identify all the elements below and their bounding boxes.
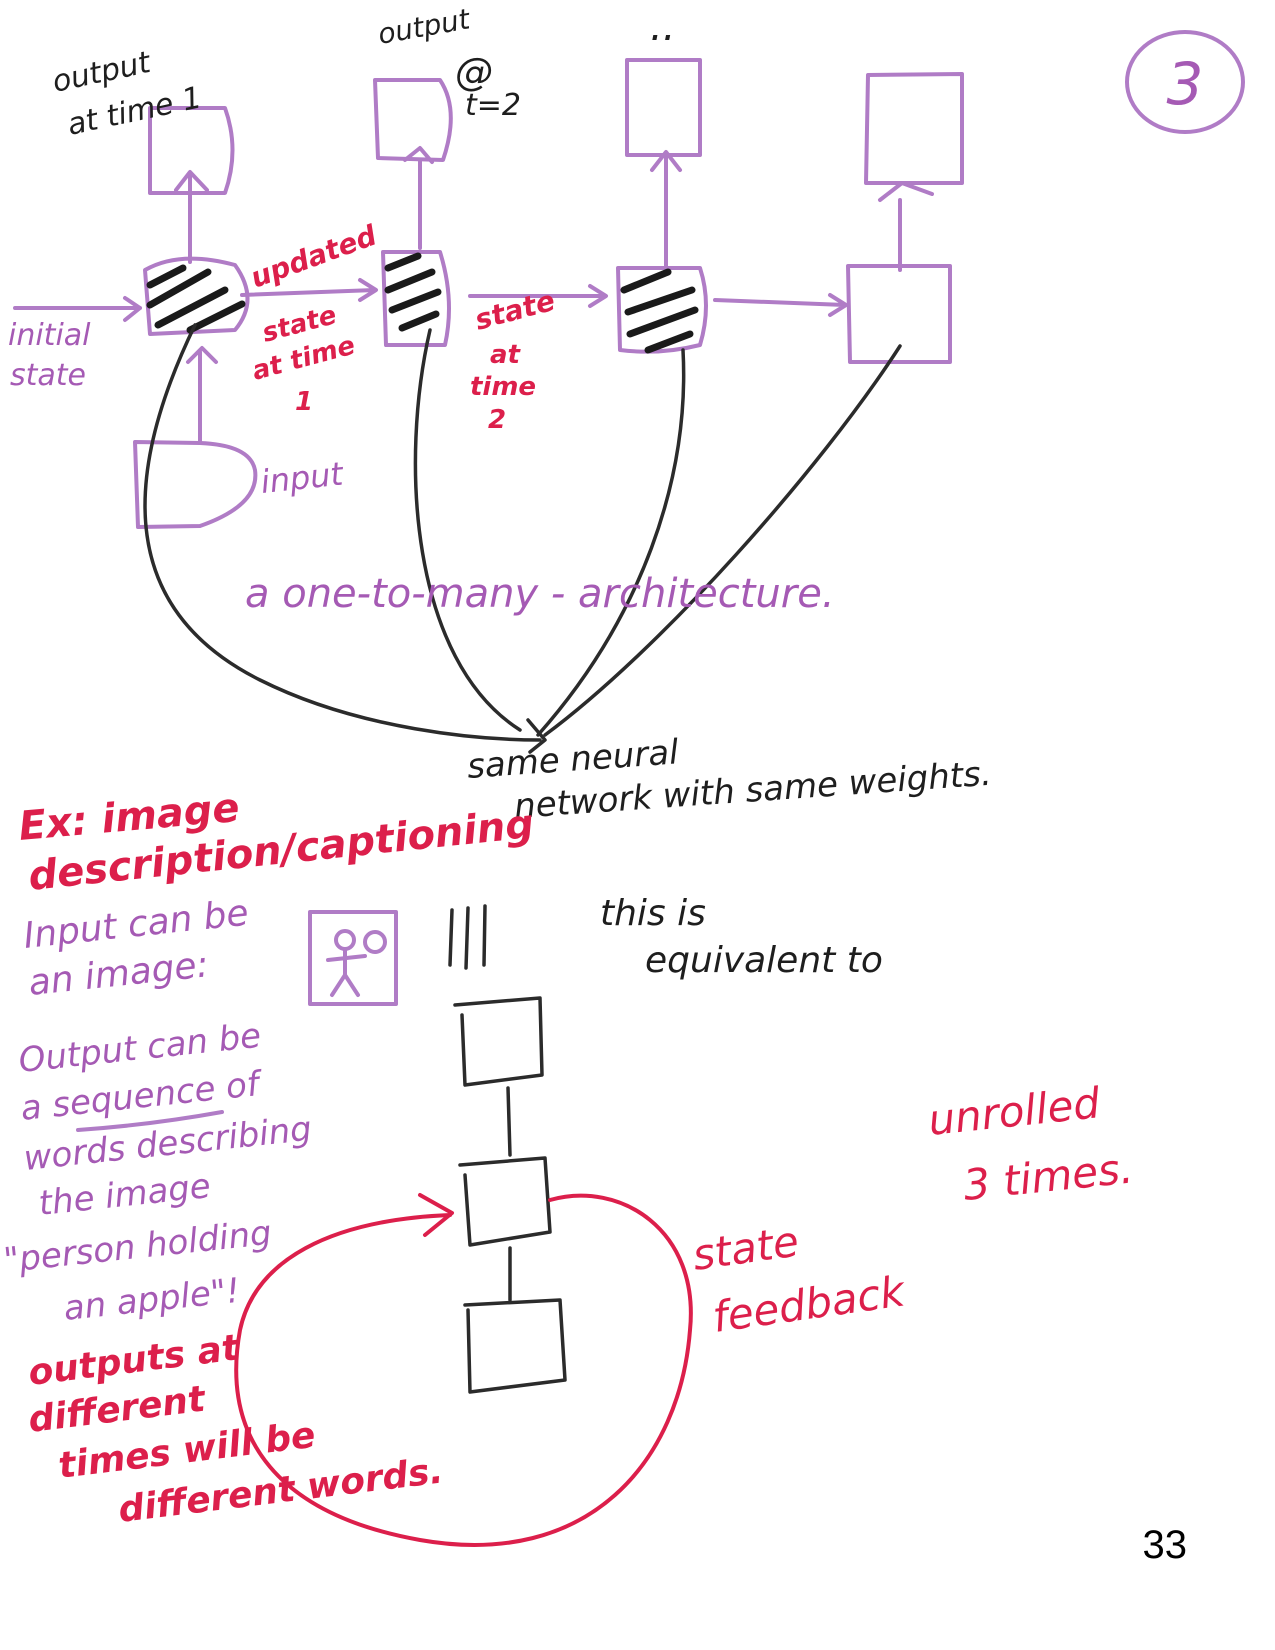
output-box-2: [373, 78, 453, 162]
svg-text:this is: this is: [600, 893, 706, 934]
quote-note: "person holding an apple"!: [2, 1213, 274, 1329]
architecture-caption: a one-to-many - architecture.: [245, 571, 835, 617]
svg-text:output: output: [375, 2, 473, 51]
svg-text:unrolled: unrolled: [926, 1078, 1103, 1145]
svg-text:initial: initial: [8, 318, 91, 353]
svg-text:an apple"!: an apple"!: [62, 1271, 242, 1329]
equivalent-note: this is equivalent to: [600, 893, 883, 981]
input-note: Input can be an image:: [22, 893, 251, 1004]
output-note: Output can be a sequence of words descri…: [17, 1016, 314, 1224]
output-box-4: [864, 72, 964, 185]
rnn-cell-2: [381, 250, 451, 347]
rnn-cell-1: [143, 256, 250, 336]
svg-text:state: state: [690, 1217, 802, 1280]
svg-text:output: output: [49, 45, 154, 100]
rnn-cell-3: [616, 266, 708, 354]
unrolled-note: unrolled 3 times.: [926, 1078, 1135, 1210]
svg-text:3 times.: 3 times.: [961, 1143, 1135, 1210]
svg-text:t=2: t=2: [465, 88, 521, 123]
svg-text:outputs at: outputs at: [26, 1327, 243, 1394]
input-label: input: [259, 454, 346, 501]
state-time1-label: state at time 1: [249, 300, 358, 417]
output-dots-label: ..: [650, 4, 675, 50]
circled-number-text: 3: [1167, 50, 1204, 118]
unrolled-stack: [453, 996, 567, 1394]
equivalence-mark: [448, 904, 487, 970]
state-time2-label: state at time 2: [470, 284, 558, 435]
svg-text:equivalent to: equivalent to: [645, 940, 883, 981]
svg-text:time: time: [470, 372, 536, 402]
svg-text:feedback: feedback: [710, 1266, 910, 1342]
initial-state-label: initial state: [8, 318, 91, 393]
example-note: Ex: image description/captioning: [17, 785, 536, 900]
output-box-3: [625, 58, 702, 157]
state-feedback-note: state feedback: [690, 1217, 910, 1342]
page-number: 33: [1142, 1523, 1188, 1567]
svg-text:2: 2: [488, 405, 506, 435]
svg-text:at: at: [490, 340, 522, 370]
output-time1-label: output at time 1: [49, 45, 204, 143]
diagram-canvas: 3 output at time 1 output @ t=2 .. updat…: [2, 2, 1245, 1547]
svg-text:state: state: [471, 284, 558, 337]
circled-page-number: 3: [1125, 30, 1245, 134]
svg-text:1: 1: [295, 387, 313, 417]
stick-figure-image: [308, 910, 398, 1006]
svg-text:Input can be: Input can be: [22, 893, 251, 957]
same-weights-label: same neural network with same weights.: [466, 732, 993, 827]
svg-text:state: state: [10, 358, 86, 393]
